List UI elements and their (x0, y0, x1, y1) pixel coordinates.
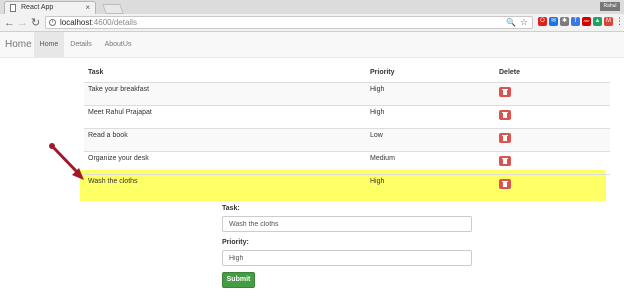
annotation-arrow (49, 143, 84, 180)
